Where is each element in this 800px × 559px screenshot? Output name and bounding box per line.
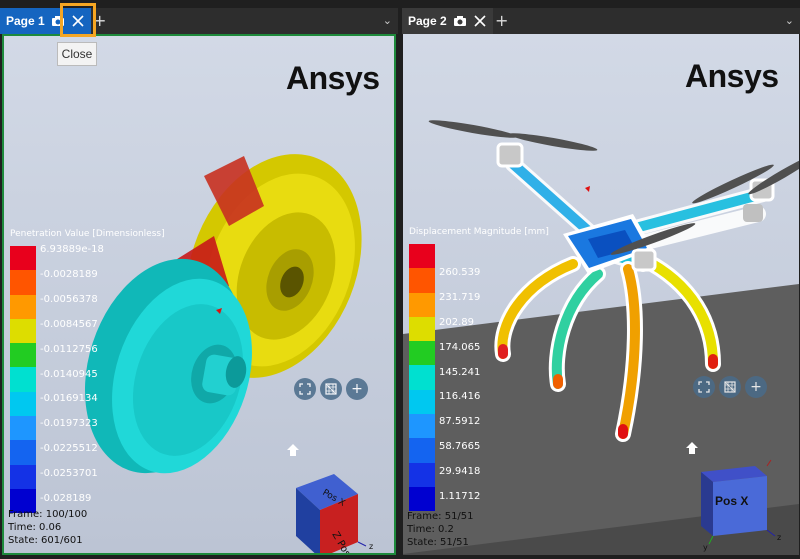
legend-swatch [10, 294, 36, 319]
legend-label: 174.065 [439, 341, 481, 353]
state-status: State: 601/601 [8, 535, 83, 546]
legend-swatch [10, 367, 36, 392]
legend-title: Displacement Magnitude [mm] [409, 227, 549, 237]
legend-swatch [409, 462, 435, 487]
time-status: Time: 0.2 [407, 524, 454, 535]
legend-swatch [409, 244, 435, 269]
status-readout: Frame: 100/100 Time: 0.06 State: 601/601 [8, 508, 87, 547]
legend-swatch [10, 440, 36, 465]
legend-swatch [409, 365, 435, 390]
close-tooltip: Close [57, 42, 97, 66]
state-status: State: 51/51 [407, 537, 469, 548]
legend-swatch [409, 341, 435, 366]
legend-label: 58.7665 [439, 441, 481, 453]
viewport-page-2[interactable]: z y Pos X Ansys Displacement Magnitude [… [403, 34, 799, 555]
add-view-button[interactable]: + [346, 378, 368, 400]
svg-text:z: z [369, 542, 373, 551]
time-status: Time: 0.06 [8, 522, 62, 533]
legend-swatch [10, 318, 36, 344]
home-icon[interactable] [685, 440, 699, 454]
legend-label: 1.11712 [439, 491, 481, 502]
add-tab-button[interactable]: + [493, 8, 511, 34]
axis-cube-label: Pos X [715, 494, 749, 508]
color-legend [10, 246, 36, 514]
legend-label: -0.0197323 [40, 418, 98, 430]
legend-label: -0.0169134 [40, 393, 98, 405]
viewport-page-1[interactable]: Pos X Z Pos z y Ansys Penetration Value … [2, 34, 396, 555]
legend-label: -0.028189 [40, 493, 92, 504]
close-icon[interactable] [473, 14, 487, 28]
frame-status: Frame: 100/100 [8, 509, 88, 520]
legend-swatch [409, 438, 435, 463]
add-view-button[interactable]: + [745, 376, 767, 398]
chevron-down-icon[interactable]: ⌄ [383, 8, 392, 34]
tabbar-right: Page 2 + ⌄ [402, 8, 800, 34]
status-readout: Frame: 51/51 Time: 0.2 State: 51/51 [407, 510, 474, 549]
legend-swatch [10, 391, 36, 417]
legend-swatch [409, 292, 435, 317]
legend-title: Penetration Value [Dimensionless] [10, 229, 165, 239]
close-highlight [60, 3, 96, 37]
legend-swatch [409, 414, 435, 439]
grid-toggle-button[interactable] [320, 378, 342, 400]
legend-label: 116.416 [439, 391, 481, 403]
svg-text:y: y [703, 543, 708, 552]
legend-swatch [10, 343, 36, 368]
legend-label: -0.0140945 [40, 368, 98, 380]
legend-swatch [10, 416, 36, 441]
legend-label: 202.89 [439, 316, 474, 328]
color-legend [409, 244, 435, 512]
legend-swatch [409, 486, 435, 512]
legend-label: 145.241 [439, 366, 481, 378]
legend-label: -0.0028189 [40, 268, 98, 280]
legend-swatch [409, 268, 435, 293]
legend-label: -0.0253701 [40, 468, 98, 480]
legend-label: 29.9418 [439, 466, 481, 478]
legend-swatch [10, 270, 36, 295]
tab-page-2[interactable]: Page 2 [402, 8, 493, 34]
legend-label: 6.93889e-18 [40, 244, 104, 255]
legend-swatch [10, 464, 36, 489]
tab-page-2-label: Page 2 [408, 14, 447, 28]
legend-swatch [10, 246, 36, 271]
fit-view-button[interactable] [294, 378, 316, 400]
legend-label: 260.539 [439, 266, 481, 278]
view-controls: + [693, 376, 767, 398]
home-icon[interactable] [286, 442, 300, 456]
legend-label: -0.0112756 [40, 343, 98, 355]
fit-view-button[interactable] [693, 376, 715, 398]
tab-page-1-label: Page 1 [6, 14, 45, 28]
frame-status: Frame: 51/51 [407, 511, 474, 522]
legend-label: -0.0056378 [40, 293, 98, 305]
svg-text:z: z [777, 533, 781, 542]
legend-label: -0.0084567 [40, 318, 98, 330]
grid-toggle-button[interactable] [719, 376, 741, 398]
chevron-down-icon[interactable]: ⌄ [785, 8, 794, 34]
legend-label: -0.0225512 [40, 443, 98, 455]
camera-icon[interactable] [453, 14, 467, 28]
ansys-logo: Ansys [685, 58, 779, 94]
legend-label: 87.5912 [439, 416, 481, 428]
app-root: Page 1 + ⌄ Page 2 + ⌄ Pos X Z Pos z Ansy… [0, 0, 800, 559]
ansys-logo: Ansys [286, 60, 380, 96]
legend-swatch [409, 389, 435, 415]
legend-swatch [409, 316, 435, 342]
legend-label: 231.719 [439, 291, 481, 303]
view-controls: + [294, 378, 368, 400]
